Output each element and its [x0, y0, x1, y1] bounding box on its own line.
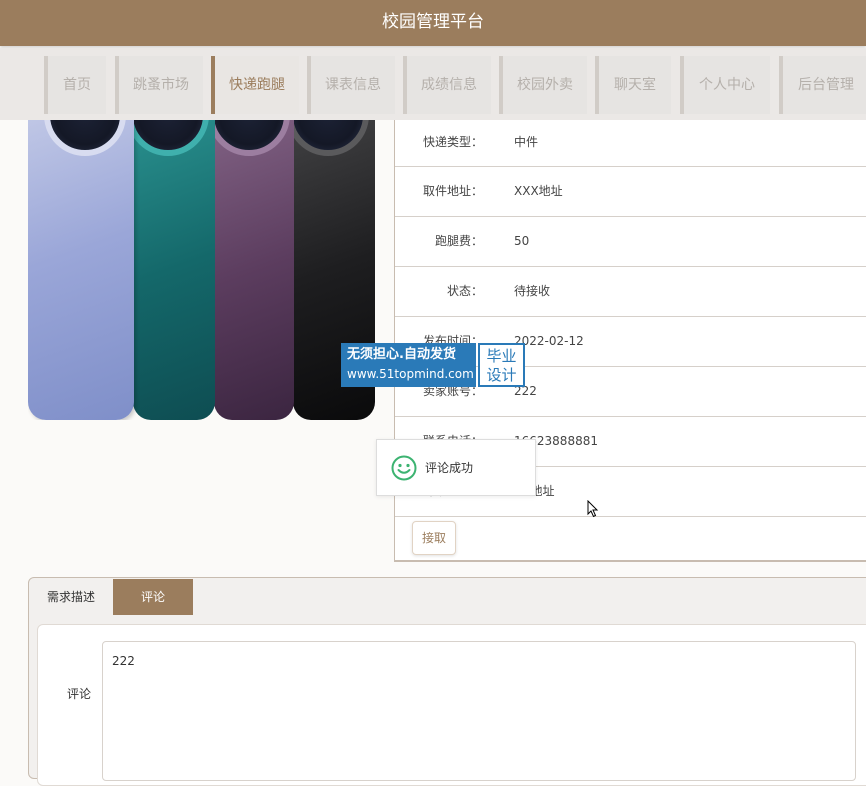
watermark-line1: 无须担心.自动发货 [347, 347, 456, 362]
camera-module [127, 120, 209, 156]
detail-value: XXX地址 [514, 184, 563, 198]
product-image [28, 120, 378, 420]
phone-green [127, 120, 215, 420]
nav-item-admin[interactable]: 后台管理 [779, 56, 866, 114]
detail-label: 取件地址： [422, 184, 483, 198]
watermark: 无须担心.自动发货 www.51topmind.com 毕业 设计 [341, 343, 525, 387]
camera-module [208, 120, 290, 156]
watermark-side1: 毕业 [486, 347, 517, 365]
comment-label: 评论 [67, 687, 92, 701]
nav-item-takeout[interactable]: 校园外卖 [499, 56, 587, 114]
detail-value: 50 [514, 234, 530, 248]
detail-label: 跑腿费： [434, 234, 483, 248]
comment-textarea[interactable]: 222 [102, 641, 856, 781]
phone-silver [28, 120, 134, 420]
toast-message: 评论成功 [425, 461, 474, 475]
nav-item-express-errand[interactable]: 快递跑腿 [211, 56, 299, 114]
detail-row-pickup-address: 取件地址： XXX地址 [395, 167, 866, 217]
phone-purple [208, 120, 294, 420]
app-title: 校园管理平台 [382, 12, 484, 32]
main-nav: 首页 跳蚤市场 快递跑腿 课表信息 成绩信息 校园外卖 聊天室 个人中心 后台管… [0, 48, 866, 120]
detail-label: 状态： [446, 284, 483, 298]
detail-row-fee: 跑腿费： 50 [395, 217, 866, 267]
watermark-main: 无须担心.自动发货 www.51topmind.com [341, 343, 476, 387]
tab-comments[interactable]: 评论 [113, 579, 193, 615]
nav-item-chatroom[interactable]: 聊天室 [595, 56, 671, 114]
watermark-side2: 设计 [486, 366, 517, 384]
camera-module [44, 120, 126, 156]
tab-panel: 需求描述 评论 评论 222 [28, 577, 866, 786]
mouse-cursor-icon [587, 499, 599, 522]
smile-icon [391, 455, 417, 485]
camera-module [287, 120, 369, 156]
watermark-line2: www.51topmind.com [347, 367, 474, 381]
watermark-side: 毕业 设计 [478, 343, 525, 387]
detail-row-status: 状态： 待接收 [395, 267, 866, 317]
detail-value: 中件 [514, 135, 539, 149]
nav-item-grades[interactable]: 成绩信息 [403, 56, 491, 114]
comment-form: 评论 222 [37, 624, 866, 786]
nav-item-timetable[interactable]: 课表信息 [307, 56, 395, 114]
nav-item-profile[interactable]: 个人中心 [680, 56, 770, 114]
detail-value: 待接收 [514, 284, 551, 298]
app-header: 校园管理平台 [0, 0, 866, 46]
tab-description[interactable]: 需求描述 [29, 579, 113, 615]
nav-item-flea-market[interactable]: 跳蚤市场 [115, 56, 203, 114]
detail-row-type: 快递类型： 中件 [395, 118, 866, 167]
nav-item-home[interactable]: 首页 [44, 56, 106, 114]
take-order-button[interactable]: 接取 [412, 521, 456, 555]
detail-label: 快递类型： [422, 135, 483, 149]
success-toast: 评论成功 [376, 439, 536, 496]
